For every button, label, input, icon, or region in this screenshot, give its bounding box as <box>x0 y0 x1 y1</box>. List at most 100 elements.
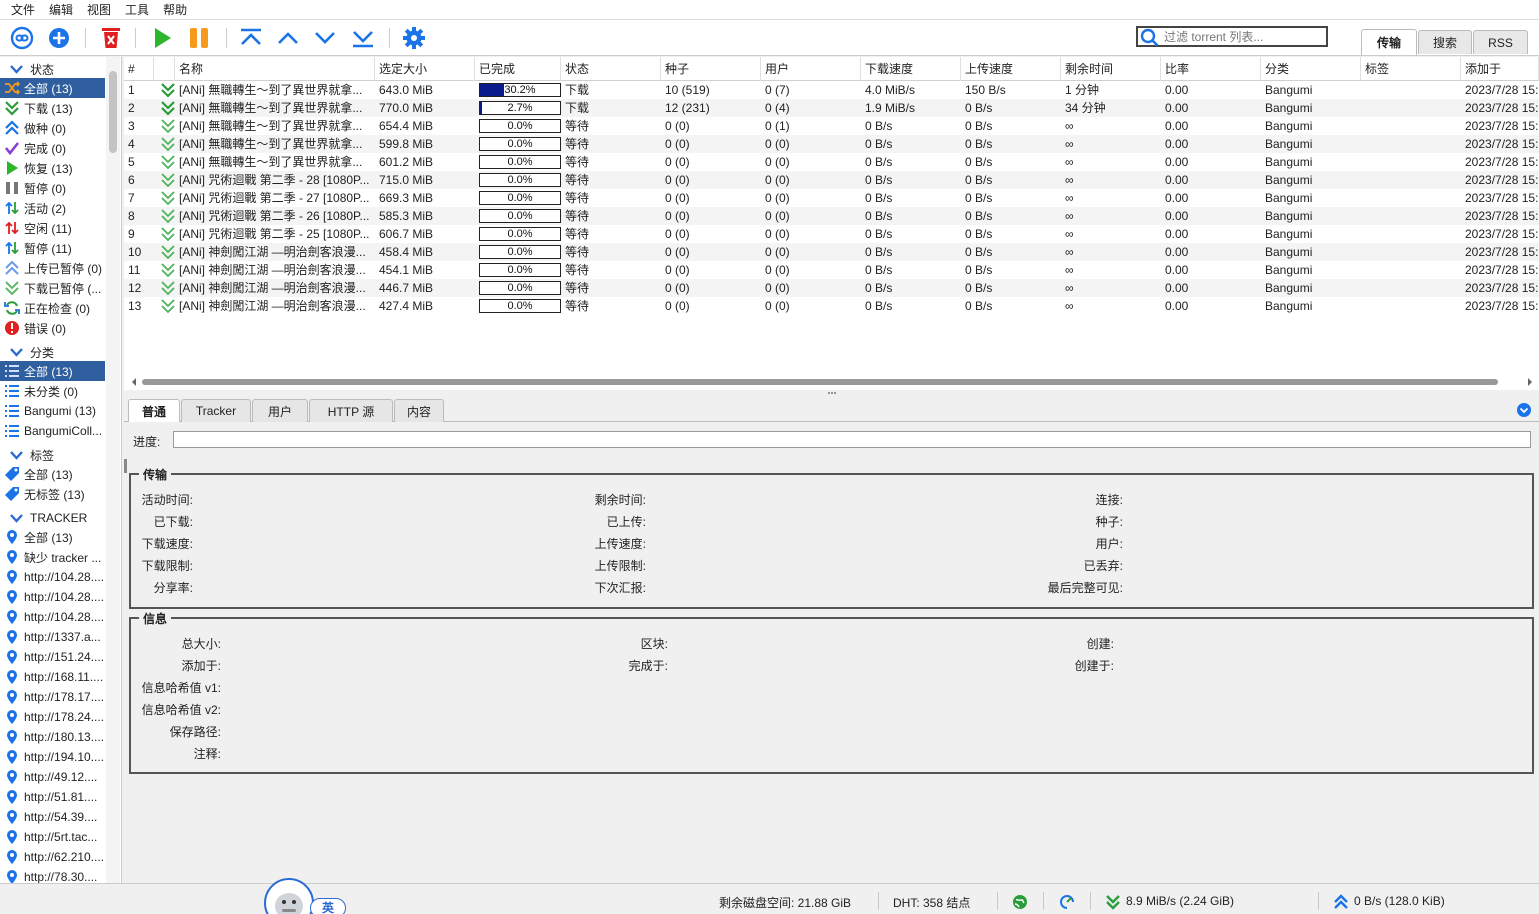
col-down-speed-header[interactable]: 下载速度 <box>861 57 961 81</box>
col-tags-header[interactable]: 标签 <box>1361 57 1461 81</box>
sidebar-tracker-item[interactable]: http://104.28.... <box>0 567 105 587</box>
table-row[interactable]: 8 [ANi] 咒術迴戰 第二季 - 26 [1080P... 585.3 MiB 0… <box>124 207 1539 225</box>
sidebar-tracker-item[interactable]: http://1337.a... <box>0 627 105 647</box>
col-progress-header[interactable]: 已完成 <box>475 57 561 81</box>
sidebar-status-item[interactable]: 活动 (2) <box>0 198 105 218</box>
table-row[interactable]: 7 [ANi] 咒術迴戰 第二季 - 27 [1080P... 669.3 MiB 0… <box>124 189 1539 207</box>
sidebar-status-item[interactable]: 下载 (13) <box>0 98 105 118</box>
pause-button[interactable] <box>186 25 212 51</box>
table-row[interactable]: 12 [ANi] 神劍闖江湖 —明治劍客浪漫... 446.7 MiB 0.0% 等待 0… <box>124 279 1539 297</box>
table-hscrollbar[interactable] <box>130 377 1534 387</box>
sidebar-category-item[interactable]: BangumiColl... <box>0 421 105 441</box>
delete-button[interactable] <box>98 25 124 51</box>
col-name-header[interactable]: 名称 <box>175 57 375 81</box>
sidebar-status-item[interactable]: 暂停 (0) <box>0 178 105 198</box>
sidebar-status-item[interactable]: 暂停 (11) <box>0 238 105 258</box>
col-category-header[interactable]: 分类 <box>1261 57 1361 81</box>
menu-file[interactable]: 文件 <box>4 0 42 20</box>
sidebar-tracker-item[interactable]: http://62.210.... <box>0 847 105 867</box>
table-row[interactable]: 2 [ANi] 無職轉生～到了異世界就拿... 770.0 MiB 2.7% 下载 12 … <box>124 99 1539 117</box>
category-filter-header[interactable]: 分类 <box>0 342 105 362</box>
col-peers-header[interactable]: 用户 <box>761 57 861 81</box>
sidebar-tracker-item[interactable]: 缺少 tracker ... <box>0 547 105 567</box>
sidebar-status-item[interactable]: 上传已暂停 (0) <box>0 258 105 278</box>
tab-transfers[interactable]: 传输 <box>1361 29 1417 55</box>
tab-rss[interactable]: RSS <box>1473 30 1528 54</box>
menu-view[interactable]: 视图 <box>80 0 118 20</box>
sidebar-category-item[interactable]: 未分类 (0) <box>0 381 105 401</box>
status-filter-header[interactable]: 状态 <box>0 59 105 79</box>
move-down-button[interactable] <box>312 25 338 51</box>
table-row[interactable]: 4 [ANi] 無職轉生～到了異世界就拿... 599.8 MiB 0.0% 等待 0 (… <box>124 135 1539 153</box>
table-row[interactable]: 9 [ANi] 咒術迴戰 第二季 - 25 [1080P... 606.7 MiB 0… <box>124 225 1539 243</box>
sidebar-status-item[interactable]: 全部 (13) <box>0 78 105 98</box>
sidebar-tracker-item[interactable]: http://78.30.... <box>0 867 105 883</box>
sidebar-status-item[interactable]: 做种 (0) <box>0 118 105 138</box>
ime-avatar[interactable] <box>264 878 314 914</box>
sidebar-status-item[interactable]: 完成 (0) <box>0 138 105 158</box>
menu-edit[interactable]: 编辑 <box>42 0 80 20</box>
sidebar-tracker-item[interactable]: http://104.28.... <box>0 587 105 607</box>
sidebar-category-item[interactable]: 全部 (13) <box>0 361 105 381</box>
col-state-icon-header[interactable] <box>154 57 175 81</box>
sidebar-tracker-item[interactable]: http://54.39.... <box>0 807 105 827</box>
tab-peers[interactable]: 用户 <box>252 399 308 422</box>
menu-help[interactable]: 帮助 <box>156 0 194 20</box>
sidebar-scroll-thumb[interactable] <box>109 71 117 153</box>
sidebar-tracker-item[interactable]: http://194.10.... <box>0 747 105 767</box>
col-size-header[interactable]: 选定大小 <box>375 57 475 81</box>
collapse-panel-icon[interactable] <box>1516 402 1532 418</box>
col-ratio-header[interactable]: 比率 <box>1161 57 1261 81</box>
move-up-button[interactable] <box>275 25 301 51</box>
tab-tracker[interactable]: Tracker <box>181 399 251 422</box>
col-added-on-header[interactable]: 添加于 <box>1461 57 1539 81</box>
move-top-button[interactable] <box>238 25 264 51</box>
sidebar-status-item[interactable]: 空闲 (11) <box>0 218 105 238</box>
table-row[interactable]: 1 [ANi] 無職轉生～到了異世界就拿... 643.0 MiB 30.2% 下载 10… <box>124 81 1539 99</box>
sidebar-tag-item[interactable]: 无标签 (13) <box>0 484 105 504</box>
speed-limit-icon[interactable] <box>1059 894 1075 910</box>
table-row[interactable]: 13 [ANi] 神劍闖江湖 —明治劍客浪漫... 427.4 MiB 0.0% 等待 0… <box>124 297 1539 315</box>
tab-search[interactable]: 搜索 <box>1418 30 1472 54</box>
sidebar-tracker-item[interactable]: http://178.17.... <box>0 687 105 707</box>
tab-http-sources[interactable]: HTTP 源 <box>309 399 393 422</box>
sidebar-scrollbar[interactable] <box>106 57 120 883</box>
sidebar-tracker-item[interactable]: http://51.81.... <box>0 787 105 807</box>
resume-button[interactable] <box>149 25 175 51</box>
table-row[interactable]: 6 [ANi] 咒術迴戰 第二季 - 28 [1080P... 715.0 MiB 0… <box>124 171 1539 189</box>
tracker-filter-header[interactable]: TRACKER <box>0 508 105 528</box>
sidebar-status-item[interactable]: 恢复 (13) <box>0 158 105 178</box>
sidebar-tag-item[interactable]: 全部 (13) <box>0 464 105 484</box>
sidebar-status-item[interactable]: 正在检查 (0) <box>0 298 105 318</box>
menu-tools[interactable]: 工具 <box>118 0 156 20</box>
add-torrent-button[interactable] <box>46 25 72 51</box>
table-hscroll-thumb[interactable] <box>142 379 1498 385</box>
table-row[interactable]: 10 [ANi] 神劍闖江湖 —明治劍客浪漫... 458.4 MiB 0.0% 等待 0… <box>124 243 1539 261</box>
sidebar-tracker-item[interactable]: http://168.11.... <box>0 667 105 687</box>
col-seeds-header[interactable]: 种子 <box>661 57 761 81</box>
add-link-button[interactable] <box>9 25 35 51</box>
options-button[interactable] <box>401 25 427 51</box>
tab-content[interactable]: 内容 <box>394 399 444 422</box>
sidebar-tracker-item[interactable]: http://104.28.... <box>0 607 105 627</box>
sidebar-status-item[interactable]: 错误 (0) <box>0 318 105 338</box>
col-number-header[interactable]: # <box>124 57 154 81</box>
sidebar-tracker-item[interactable]: http://151.24.... <box>0 647 105 667</box>
table-row[interactable]: 11 [ANi] 神劍闖江湖 —明治劍客浪漫... 454.1 MiB 0.0% 等待 0… <box>124 261 1539 279</box>
col-status-header[interactable]: 状态 <box>561 57 661 81</box>
tab-general[interactable]: 普通 <box>128 399 180 422</box>
sidebar-tracker-item[interactable]: http://180.13.... <box>0 727 105 747</box>
sidebar-tracker-item[interactable]: http://178.24.... <box>0 707 105 727</box>
col-eta-header[interactable]: 剩余时间 <box>1061 57 1161 81</box>
table-row[interactable]: 3 [ANi] 無職轉生～到了異世界就拿... 654.4 MiB 0.0% 等待 0 (… <box>124 117 1539 135</box>
sidebar-tracker-item[interactable]: 全部 (13) <box>0 527 105 547</box>
sidebar-tracker-item[interactable]: http://49.12.... <box>0 767 105 787</box>
sidebar-status-item[interactable]: 下载已暂停 (... <box>0 278 105 298</box>
sidebar-tracker-item[interactable]: http://5rt.tac... <box>0 827 105 847</box>
table-row[interactable]: 5 [ANi] 無職轉生～到了異世界就拿... 601.2 MiB 0.0% 等待 0 (… <box>124 153 1539 171</box>
col-up-speed-header[interactable]: 上传速度 <box>961 57 1061 81</box>
sidebar-category-item[interactable]: Bangumi (13) <box>0 401 105 421</box>
tag-filter-header[interactable]: 标签 <box>0 445 105 465</box>
move-bottom-button[interactable] <box>350 25 376 51</box>
ime-language-badge[interactable]: 英 <box>310 898 346 914</box>
